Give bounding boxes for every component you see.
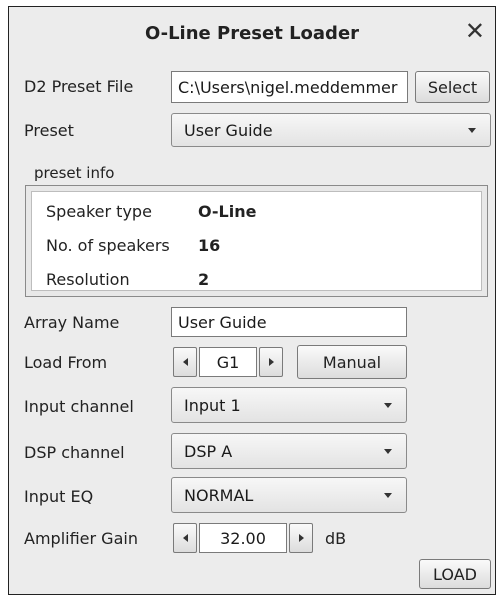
resolution-value: 2: [198, 270, 210, 289]
chevron-down-icon: [468, 128, 476, 133]
load-from-increment[interactable]: [259, 347, 283, 377]
gain-field[interactable]: 32.00: [199, 523, 287, 553]
d2-preset-file-field[interactable]: C:\Users\nigel.meddemmer: [171, 71, 408, 103]
load-from-label: Load From: [24, 353, 108, 372]
window-title: O-Line Preset Loader: [144, 23, 360, 44]
preset-info-group-label: preset info: [34, 164, 115, 182]
arrow-right-icon: [268, 358, 274, 366]
array-name-input[interactable]: User Guide: [171, 307, 407, 337]
gain-unit-label: dB: [325, 529, 347, 548]
arrow-left-icon: [182, 358, 188, 366]
speaker-type-value: O-Line: [198, 202, 257, 221]
preset-value: User Guide: [184, 120, 273, 140]
chevron-down-icon: [384, 449, 392, 454]
amplifier-gain-label: Amplifier Gain: [24, 529, 138, 548]
chevron-down-icon: [384, 493, 392, 498]
gain-decrement[interactable]: [173, 523, 197, 553]
arrow-right-icon: [298, 534, 304, 542]
num-speakers-value: 16: [198, 236, 221, 255]
load-button[interactable]: LOAD: [419, 559, 491, 589]
input-eq-value: NORMAL: [184, 485, 254, 505]
preset-loader-dialog: O-Line Preset Loader ✕ D2 Preset File C:…: [8, 6, 496, 595]
dsp-channel-dropdown[interactable]: DSP A: [171, 433, 407, 469]
array-name-label: Array Name: [24, 313, 120, 332]
preset-info-panel: Speaker type O-Line No. of speakers 16 R…: [31, 191, 482, 291]
num-speakers-label: No. of speakers: [46, 236, 170, 255]
input-channel-label: Input channel: [24, 397, 134, 416]
array-name-value: User Guide: [178, 312, 267, 332]
speaker-type-label: Speaker type: [46, 202, 152, 221]
load-from-field[interactable]: G1: [199, 347, 257, 377]
preset-info-group: Speaker type O-Line No. of speakers 16 R…: [25, 185, 488, 297]
dsp-channel-label: DSP channel: [24, 443, 125, 462]
d2-preset-file-label: D2 Preset File: [24, 77, 134, 96]
resolution-label: Resolution: [46, 270, 130, 289]
preset-dropdown[interactable]: User Guide: [171, 113, 491, 147]
select-button[interactable]: Select: [415, 71, 490, 103]
preset-label: Preset: [24, 121, 74, 140]
gain-increment[interactable]: [289, 523, 313, 553]
input-channel-dropdown[interactable]: Input 1: [171, 387, 407, 423]
manual-button[interactable]: Manual: [297, 345, 407, 379]
close-icon[interactable]: ✕: [465, 19, 485, 43]
input-eq-dropdown[interactable]: NORMAL: [171, 477, 407, 513]
d2-preset-file-path: C:\Users\nigel.meddemmer: [178, 77, 398, 97]
title-bar: O-Line Preset Loader ✕: [9, 7, 495, 63]
input-eq-label: Input EQ: [24, 487, 94, 506]
load-from-decrement[interactable]: [173, 347, 197, 377]
arrow-left-icon: [182, 534, 188, 542]
chevron-down-icon: [384, 403, 392, 408]
dsp-channel-value: DSP A: [184, 441, 233, 461]
input-channel-value: Input 1: [184, 395, 241, 415]
